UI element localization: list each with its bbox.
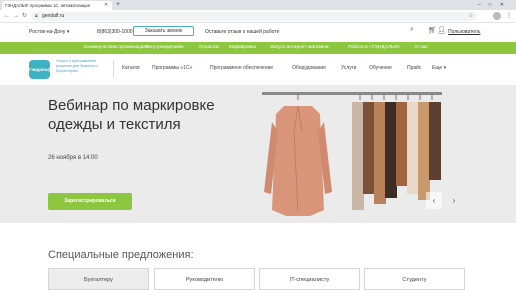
tagline: Услуги и программные решения для бизнеса… — [56, 59, 98, 73]
nav-software[interactable]: Программное обеспечение — [210, 65, 273, 71]
nav-price[interactable]: Прайс — [407, 65, 421, 71]
register-button[interactable]: Зарегистрироваться — [48, 193, 132, 210]
slider-next-arrow[interactable]: › — [446, 192, 462, 209]
logo[interactable]: Гэндальф — [29, 60, 51, 79]
browser-tab[interactable]: ГЭНДАЛЬФ: программы 1С, автоматизация — [2, 1, 112, 10]
window-controls[interactable]: –□✕ — [478, 0, 512, 10]
cart-icon[interactable]: 🛒︎ — [428, 26, 437, 34]
forward-icon[interactable]: → — [13, 10, 19, 23]
green-menu-item[interactable]: О нас — [415, 42, 428, 54]
slider-prev-arrow[interactable]: ‹ — [426, 192, 442, 209]
url-text[interactable]: gendalf.ru — [42, 12, 64, 21]
nav-1c[interactable]: Программы «1С» — [152, 65, 192, 71]
address-bar[interactable] — [31, 12, 477, 21]
tab-student[interactable]: Студенту — [364, 268, 465, 290]
header-divider — [113, 60, 114, 78]
user-link[interactable]: Пользователь — [448, 29, 480, 35]
reload-icon[interactable]: ↻ — [22, 10, 27, 23]
green-menu-item[interactable]: Работа в «ГЭНДАЛЬФ» — [348, 42, 400, 54]
green-menu-item[interactable]: Отраслм — [199, 42, 219, 54]
tab-accountant[interactable]: Бухгалтеру — [48, 268, 149, 290]
hero-date: 26 ноября в 14:00 — [48, 155, 98, 161]
clothes-image — [264, 94, 441, 216]
green-menu-item[interactable]: Госучреждениям — [146, 42, 183, 54]
hero-title: Вебинар по маркировке одежды и текстиля — [48, 97, 215, 133]
city-select[interactable]: Ростов-на-Дону ▾ — [29, 29, 69, 35]
green-menu-bar — [0, 42, 516, 54]
menu-icon[interactable]: ⋮ — [506, 11, 512, 21]
account-avatar[interactable] — [493, 12, 501, 20]
nav-more[interactable]: Еще ▾ — [432, 65, 446, 71]
tab-it[interactable]: IT-специалисту — [259, 268, 360, 290]
callback-button[interactable]: Заказать звонок — [133, 26, 194, 36]
green-menu-item[interactable]: Коммерческим организациям — [84, 42, 149, 54]
nav-catalog[interactable]: Каталог — [122, 65, 140, 71]
new-tab-button[interactable]: + — [116, 0, 120, 10]
search-icon[interactable]: ⌕ — [410, 26, 414, 34]
green-menu-item[interactable]: Запуск интернет-магазина — [270, 42, 329, 54]
phone-link[interactable]: 8(863)300-1000 — [97, 29, 133, 35]
offers-title: Специальные предложения: — [48, 249, 194, 261]
star-icon[interactable]: ☆ — [468, 12, 473, 21]
back-icon[interactable]: ← — [4, 10, 10, 23]
nav-services[interactable]: Услуги — [341, 65, 356, 71]
nav-training[interactable]: Обучение — [369, 65, 392, 71]
close-tab-icon[interactable]: ✕ — [104, 1, 108, 10]
nav-hardware[interactable]: Оборудование — [292, 65, 326, 71]
green-menu-item[interactable]: Маркировка — [229, 42, 256, 54]
tab-manager[interactable]: Руководителю — [154, 268, 255, 290]
user-icon[interactable]: 👤︎ — [437, 26, 446, 34]
review-link[interactable]: Оставьте отзыв о нашей работе — [205, 29, 279, 35]
lock-icon[interactable]: 🔒︎ — [35, 12, 38, 21]
